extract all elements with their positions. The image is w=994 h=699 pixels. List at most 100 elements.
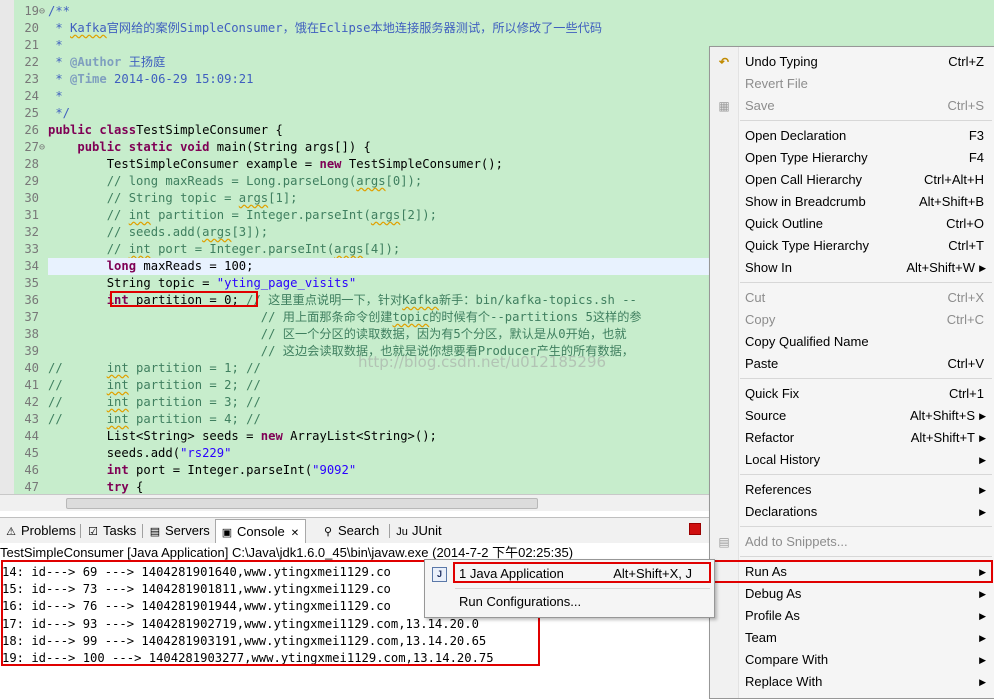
menu-item-debug-as[interactable]: Debug As ▶ xyxy=(710,583,994,605)
menu-item-team[interactable]: Team ▶ xyxy=(710,627,994,649)
code-token: TestSimpleConsumer { xyxy=(136,123,283,137)
code-text: TestSimpleConsumer example = new TestSim… xyxy=(48,156,503,173)
code-text: * xyxy=(48,37,62,54)
menu-item-shortcut: F4 xyxy=(968,150,984,165)
submenu-arrow-icon: ▶ xyxy=(979,455,986,465)
tab-console[interactable]: ▣ Console ✕ xyxy=(215,519,307,543)
code-token: 王扬庭 xyxy=(121,55,166,69)
line-number: 27 xyxy=(24,140,39,154)
code-token: args xyxy=(356,174,386,188)
menu-item-open-call-hierarchy[interactable]: Open Call Hierarchy Ctrl+Alt+H xyxy=(710,169,994,191)
code-token: [1]; xyxy=(268,191,298,205)
menu-separator xyxy=(740,282,992,283)
code-token: public static void xyxy=(77,140,210,154)
code-token: args xyxy=(370,208,401,222)
line-number: 34 xyxy=(24,259,39,273)
menu-item-label: Copy xyxy=(745,312,776,327)
code-token: partition = 4; // xyxy=(128,412,261,426)
menu-item-copy-qualified-name[interactable]: Copy Qualified Name xyxy=(710,331,994,353)
code-token: int xyxy=(106,378,129,392)
code-token: // xyxy=(48,395,107,409)
close-icon[interactable]: ✕ xyxy=(291,528,299,539)
code-token: Kafka xyxy=(402,293,439,307)
code-text: // 用上面那条命令创建topic的时候有个--partitions 5这样的参 xyxy=(48,309,642,326)
menu-item-source[interactable]: Source Alt+Shift+S ▶ xyxy=(710,405,994,427)
menu-item-profile-as[interactable]: Profile As ▶ xyxy=(710,605,994,627)
submenu-arrow-icon: ▶ xyxy=(979,411,986,421)
menu-item-show-in[interactable]: Show In Alt+Shift+W ▶ xyxy=(710,257,994,279)
menu-item-shortcut: Alt+Shift+W xyxy=(906,260,975,275)
menu-item-shortcut: Ctrl+X xyxy=(947,290,984,305)
tab-problems[interactable]: ⚠ Problems xyxy=(2,521,76,540)
tab-tasks[interactable]: ☑ Tasks xyxy=(84,521,136,540)
code-token: [4]); xyxy=(363,242,401,256)
terminate-icon[interactable] xyxy=(689,523,701,535)
fold-toggle-icon[interactable]: ⊖ xyxy=(39,139,47,156)
tab-servers[interactable]: ▤ Servers xyxy=(146,521,210,540)
menu-item-local-history[interactable]: Local History ▶ xyxy=(710,449,994,471)
code-line: 34 long maxReads = 100; xyxy=(24,258,768,275)
code-token: args xyxy=(202,225,232,239)
code-token: @Author xyxy=(70,55,122,69)
menu-item-label: Local History xyxy=(745,452,821,467)
submenu-arrow-icon: ▶ xyxy=(979,507,986,517)
menu-item-paste[interactable]: Paste Ctrl+V xyxy=(710,353,994,375)
tab-separator xyxy=(142,524,143,538)
code-token: int xyxy=(106,361,129,375)
code-token: String topic = xyxy=(48,276,217,290)
menu-item-label: Debug As xyxy=(745,586,802,601)
code-token: // 区一个分区的读取数据，因为有5个分区，默认是从0开始，也就 xyxy=(48,327,627,341)
menu-item-references[interactable]: References ▶ xyxy=(710,479,994,501)
code-token: * xyxy=(48,72,71,86)
menu-item-label: Open Type Hierarchy xyxy=(745,150,868,165)
tab-label: Problems xyxy=(21,523,76,538)
tab-search[interactable]: ⚲ Search xyxy=(319,521,379,540)
tab-junit[interactable]: Ju JUnit xyxy=(393,521,441,540)
code-token: // long maxReads = Long.parseLong( xyxy=(48,174,357,188)
menu-item-replace-with[interactable]: Replace With ▶ xyxy=(710,671,994,693)
code-token: 新手：bin/kafka-topics.sh -- xyxy=(438,293,637,307)
menu-item-label: Source xyxy=(745,408,787,423)
menu-item-quick-fix[interactable]: Quick Fix Ctrl+1 xyxy=(710,383,994,405)
code-token: partition = 2; // xyxy=(128,378,261,392)
code-token: port = Integer.parseInt( xyxy=(150,242,335,256)
scrollbar-thumb[interactable] xyxy=(66,498,538,509)
line-number: 35 xyxy=(24,276,39,290)
menu-item-compare-with[interactable]: Compare With ▶ xyxy=(710,649,994,671)
menu-item-shortcut: Alt+Shift+T xyxy=(910,430,975,445)
java-application-icon: J xyxy=(432,567,447,582)
menu-item-open-type-hierarchy[interactable]: Open Type Hierarchy F4 xyxy=(710,147,994,169)
menu-item-quick-outline[interactable]: Quick Outline Ctrl+O xyxy=(710,213,994,235)
snippets-icon: ▤ xyxy=(718,535,730,549)
code-token: try xyxy=(106,480,129,494)
menu-item-shortcut: Ctrl+S xyxy=(947,98,984,113)
code-token: int xyxy=(106,395,129,409)
menu-item-label: Save xyxy=(745,98,775,113)
junit-icon: Ju xyxy=(396,525,408,538)
code-text: */ xyxy=(48,105,70,122)
fold-toggle-icon[interactable]: ⊖ xyxy=(39,3,47,20)
code-text: * Kafka官网给的案例SimpleConsumer，饿在Eclipse本地连… xyxy=(48,20,602,37)
menu-item-refactor[interactable]: Refactor Alt+Shift+T ▶ xyxy=(710,427,994,449)
menu-item-add-to-snippets: ▤ Add to Snippets... xyxy=(710,531,994,553)
menu-item-label: Profile As xyxy=(745,608,800,623)
code-token: 官网给的案例 xyxy=(106,21,180,35)
tab-label: Tasks xyxy=(103,523,137,538)
menu-item-declarations[interactable]: Declarations ▶ xyxy=(710,501,994,523)
menu-item-undo-typing[interactable]: ↶ Undo Typing Ctrl+Z xyxy=(710,51,994,73)
code-token: [3]); xyxy=(231,225,269,239)
watermark: http://blog.csdn.net/u012185296 xyxy=(358,353,607,371)
submenu-item-run-configurations[interactable]: Run Configurations... xyxy=(425,591,714,613)
menu-item-open-declaration[interactable]: Open Declaration F3 xyxy=(710,125,994,147)
code-text: public classTestSimpleConsumer { xyxy=(48,122,283,139)
menu-item-label: Declarations xyxy=(745,504,818,519)
menu-item-quick-type-hierarchy[interactable]: Quick Type Hierarchy Ctrl+T xyxy=(710,235,994,257)
editor-ruler xyxy=(0,0,14,494)
code-token: "yting_page_visits" xyxy=(216,276,357,290)
menu-separator xyxy=(455,588,710,589)
line-number: 32 xyxy=(24,225,39,239)
menu-item-label: Open Declaration xyxy=(745,128,847,143)
menu-item-show-in-breadcrumb[interactable]: Show in Breadcrumb Alt+Shift+B xyxy=(710,191,994,213)
